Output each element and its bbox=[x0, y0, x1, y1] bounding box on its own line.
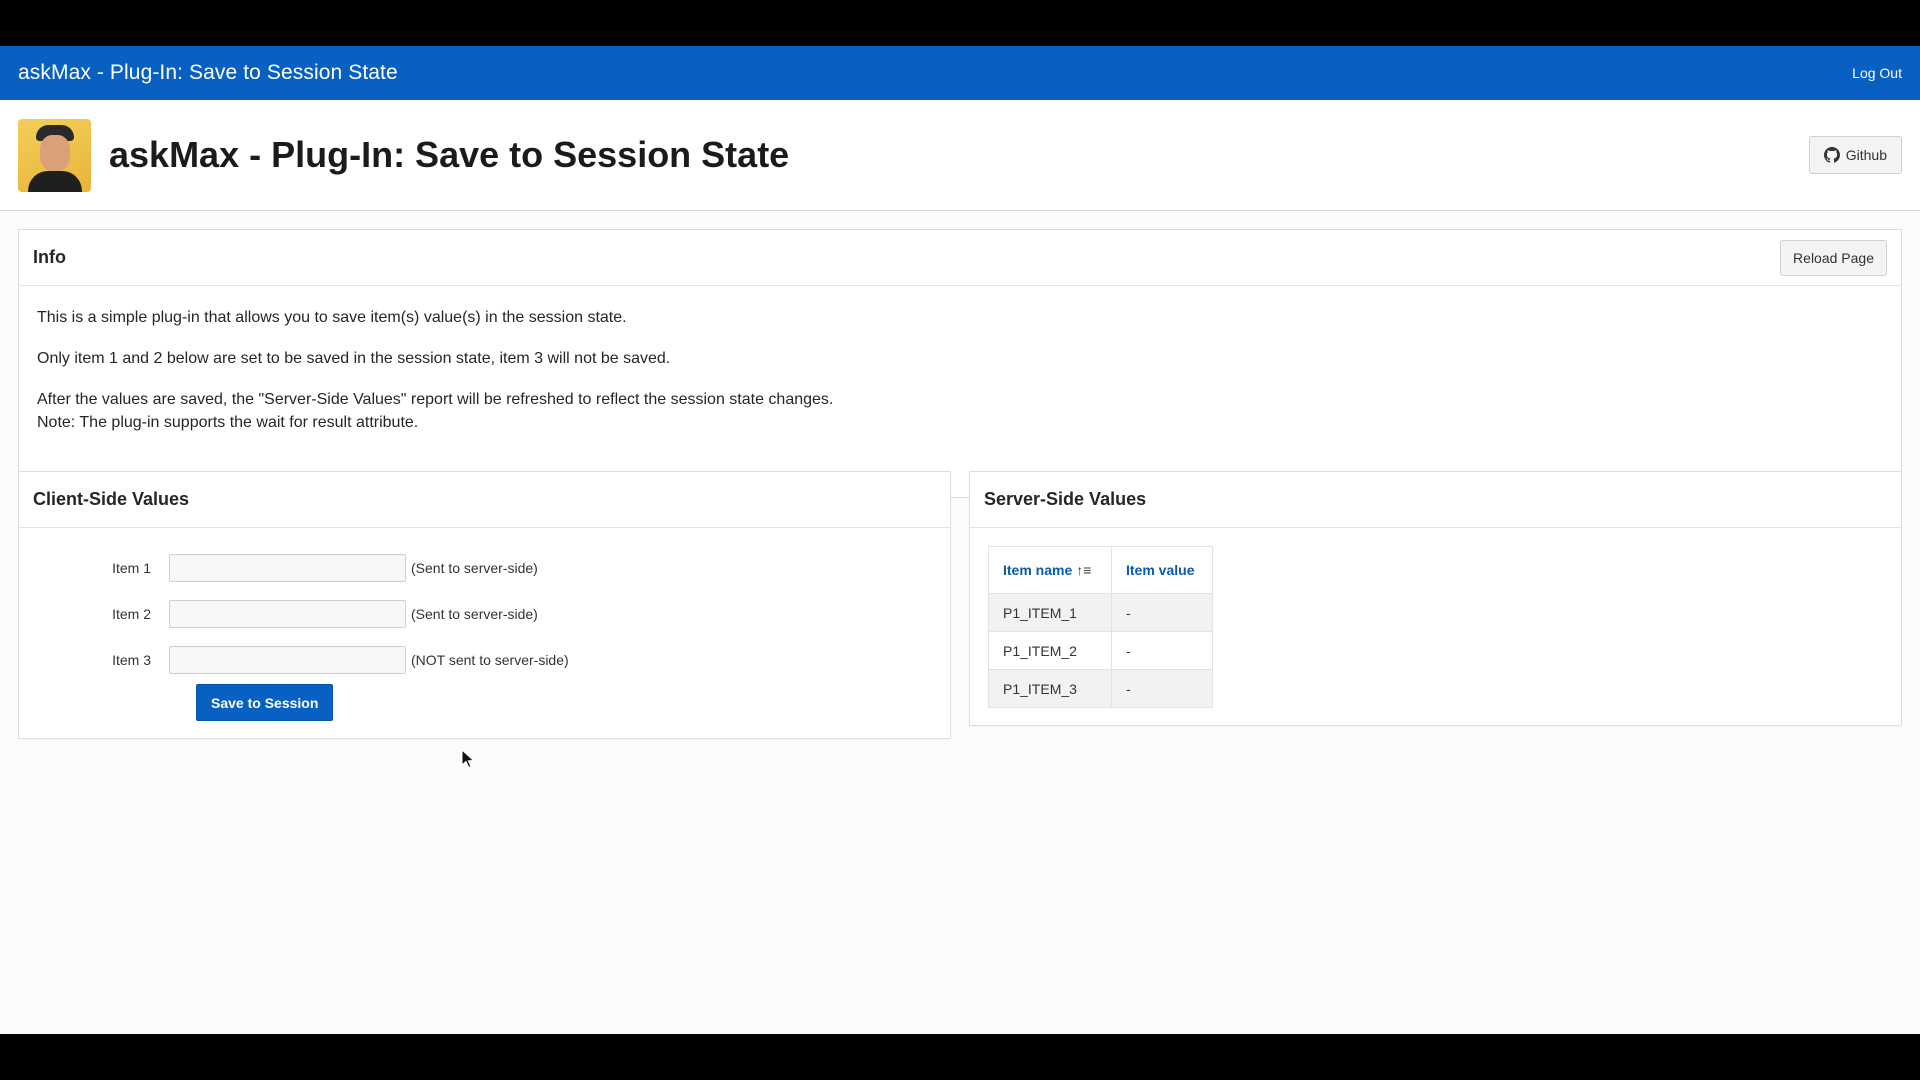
table-cell-item-name: P1_ITEM_2 bbox=[988, 631, 1112, 670]
table-cell-item-name: P1_ITEM_1 bbox=[988, 593, 1112, 632]
client-side-values-region: Client-Side Values Item 1 (Sent to serve… bbox=[18, 471, 951, 739]
save-to-session-button[interactable]: Save to Session bbox=[196, 684, 334, 721]
form-row-item-2: Item 2 (Sent to server-side) bbox=[19, 600, 538, 628]
page-title: askMax - Plug-In: Save to Session State bbox=[109, 134, 790, 175]
info-line-4: Note: The plug-in supports the wait for … bbox=[37, 414, 419, 431]
column-header-item-name[interactable]: Item name ↑≡ bbox=[988, 546, 1112, 594]
table-cell-item-value: - bbox=[1111, 593, 1213, 632]
app-title[interactable]: askMax - Plug-In: Save to Session State bbox=[18, 61, 398, 85]
info-region-header: Info Reload Page bbox=[19, 230, 1901, 286]
item-2-label: Item 2 bbox=[112, 606, 151, 622]
server-values-table: Item name ↑≡ Item value P1_ITEM_1 - P1_IT… bbox=[988, 546, 1213, 708]
reload-page-button[interactable]: Reload Page bbox=[1780, 239, 1887, 276]
info-region-title: Info bbox=[33, 247, 66, 267]
info-region: Info Reload Page This is a simple plug-i… bbox=[18, 229, 1902, 498]
form-row-item-1: Item 1 (Sent to server-side) bbox=[19, 554, 538, 582]
column-header-item-value-label: Item value bbox=[1126, 562, 1195, 578]
client-region-header: Client-Side Values bbox=[19, 472, 950, 528]
server-side-values-region: Server-Side Values Item name ↑≡ Item valu… bbox=[969, 471, 1902, 726]
table-cell-item-value: - bbox=[1111, 669, 1213, 708]
item-2-hint: (Sent to server-side) bbox=[411, 606, 538, 622]
github-icon bbox=[1823, 147, 1840, 163]
page-header: askMax - Plug-In: Save to Session State … bbox=[0, 100, 1920, 211]
table-row: P1_ITEM_3 - bbox=[988, 669, 1213, 708]
form-row-item-3: Item 3 (NOT sent to server-side) bbox=[19, 646, 569, 674]
table-row: P1_ITEM_1 - bbox=[988, 593, 1213, 632]
avatar bbox=[18, 118, 91, 192]
item-1-input[interactable] bbox=[169, 554, 406, 582]
item-1-hint: (Sent to server-side) bbox=[411, 560, 538, 576]
sort-ascending-icon: ↑≡ bbox=[1076, 562, 1092, 578]
mouse-pointer-icon bbox=[461, 749, 475, 769]
item-1-label: Item 1 bbox=[112, 560, 151, 576]
info-line-1: This is a simple plug-in that allows you… bbox=[37, 309, 627, 326]
item-3-input[interactable] bbox=[169, 646, 406, 674]
server-region-title: Server-Side Values bbox=[984, 489, 1147, 509]
github-button[interactable]: Github bbox=[1808, 136, 1902, 174]
item-3-hint: (NOT sent to server-side) bbox=[411, 652, 569, 668]
item-2-input[interactable] bbox=[169, 600, 406, 628]
table-cell-item-value: - bbox=[1111, 631, 1213, 670]
info-line-2: Only item 1 and 2 below are set to be sa… bbox=[37, 350, 671, 367]
client-region-title: Client-Side Values bbox=[33, 489, 190, 509]
table-cell-item-name: P1_ITEM_3 bbox=[988, 669, 1112, 708]
info-text: This is a simple plug-in that allows you… bbox=[19, 286, 1901, 434]
column-header-item-value[interactable]: Item value bbox=[1111, 546, 1213, 594]
table-header-row: Item name ↑≡ Item value bbox=[988, 546, 1213, 594]
column-header-item-name-label: Item name bbox=[1003, 562, 1073, 578]
app-window: askMax - Plug-In: Save to Session State … bbox=[0, 46, 1920, 1034]
table-row: P1_ITEM_2 - bbox=[988, 631, 1213, 670]
top-navigation-bar: askMax - Plug-In: Save to Session State … bbox=[0, 46, 1920, 100]
logout-link[interactable]: Log Out bbox=[1852, 65, 1902, 81]
github-button-label: Github bbox=[1845, 147, 1887, 163]
server-region-header: Server-Side Values bbox=[970, 472, 1901, 528]
info-line-3: After the values are saved, the "Server-… bbox=[37, 391, 834, 408]
item-3-label: Item 3 bbox=[112, 652, 151, 668]
